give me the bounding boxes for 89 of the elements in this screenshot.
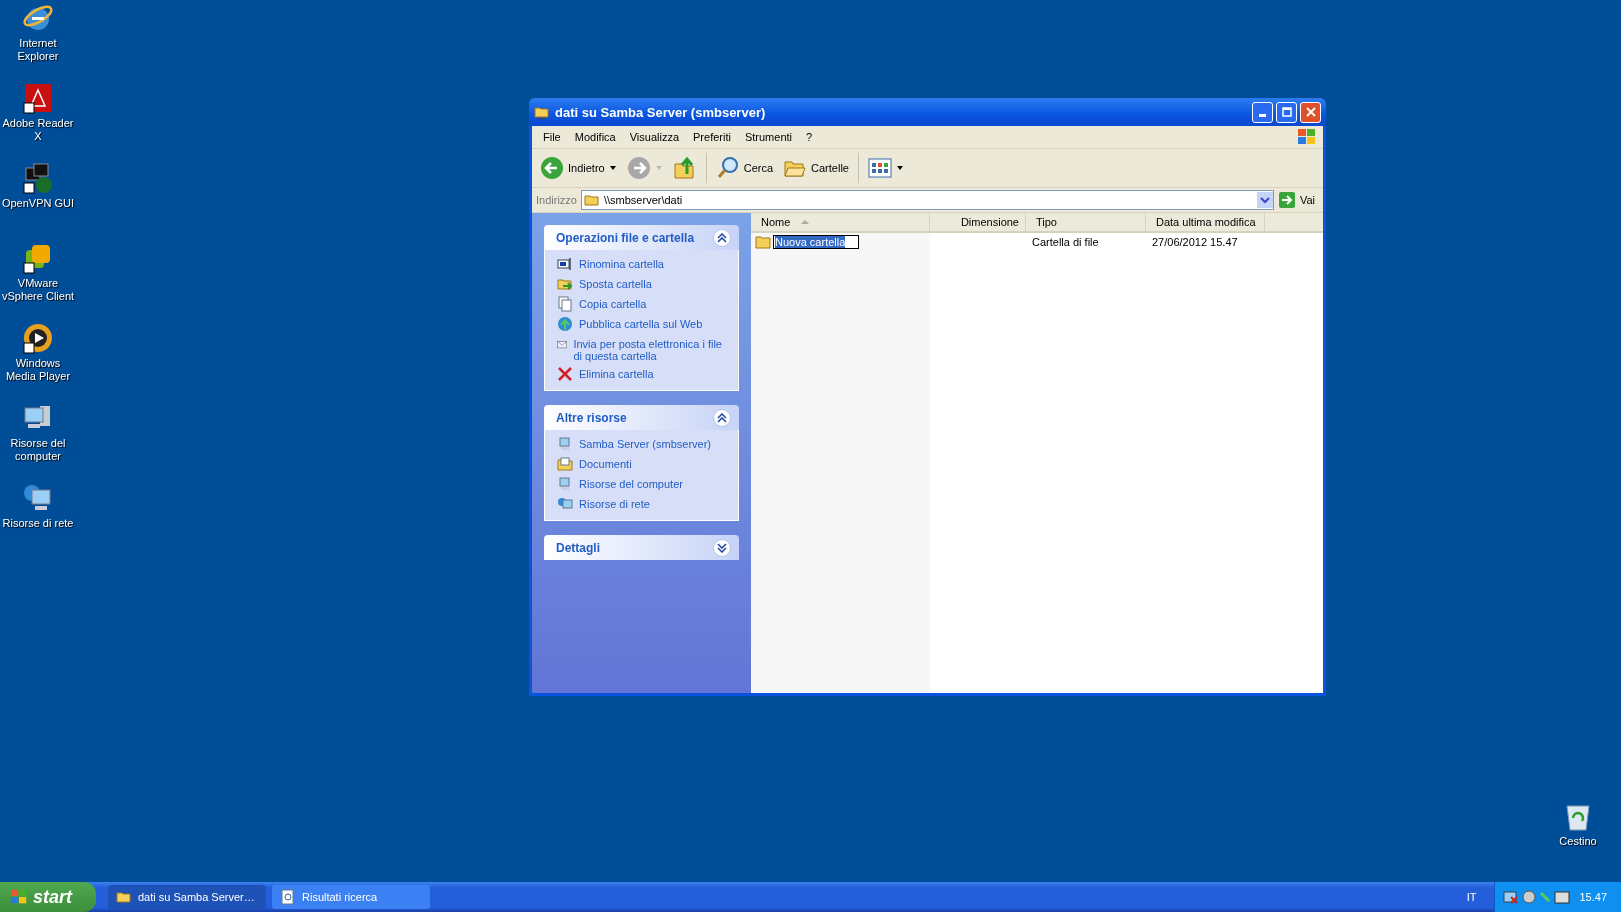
maximize-icon [1281,107,1292,117]
panel-title: Operazioni file e cartella [556,230,696,245]
chevron-icon[interactable] [713,538,731,557]
views-grid-icon [867,158,892,178]
desktop-icon-label[interactable]: VMware vSphere Client [0,277,76,303]
menu-item[interactable]: File [536,131,568,143]
monitors-globe-icon[interactable] [22,162,54,194]
panel-title: Dettagli [556,540,601,555]
document-search-icon [280,889,296,905]
menu-item[interactable]: Modifica [567,131,623,143]
task-link[interactable]: Sposta cartella [579,276,652,290]
documents-folder-icon [557,456,573,472]
address-field[interactable]: \\smbserver\dati [580,190,1274,210]
task-link[interactable]: Rinomina cartella [579,256,664,270]
task-link[interactable]: Risorse del computer [579,476,683,490]
column-label: Dimensione [960,216,1019,228]
folder-icon [116,889,132,905]
caret-icon [608,165,617,171]
pdf-document-icon[interactable] [22,82,54,114]
globe-arrow-icon [557,316,573,332]
computer-globe-icon [557,496,573,512]
file-type: Cartella di file [1032,236,1099,248]
rename-field[interactable]: Nuova cartella [773,235,859,249]
folder-arrow-icon [557,276,573,292]
search-icon [715,156,740,180]
folders-button[interactable]: Cartelle [779,153,853,183]
column-header[interactable]: Data ultima modifica [1146,213,1265,231]
caret-icon [895,165,904,171]
close-button[interactable] [1300,101,1321,123]
panel-header[interactable]: Dettagli [544,535,739,560]
menu-item[interactable]: ? [799,131,820,143]
menu-item[interactable]: Preferiti [686,131,738,143]
language-indicator[interactable]: IT [1454,891,1489,903]
desktop-icon-label[interactable]: Risorse del computer [0,437,76,463]
clock: 15.47 [1579,891,1607,903]
column-header[interactable]: Tipo [1026,213,1146,231]
task-link[interactable]: Risorse di rete [579,496,650,510]
menu-item[interactable]: Visualizza [622,131,687,143]
file-date: 27/06/2012 15.47 [1152,236,1238,248]
chevron-icon[interactable] [713,408,731,427]
go-button[interactable]: Vai [1277,191,1319,209]
windows-flag-icon [10,888,28,906]
minimize-icon [1259,113,1266,117]
play-icon[interactable] [22,322,54,354]
panel-header[interactable]: Operazioni file e cartella [544,225,739,250]
chevron-icon[interactable] [713,228,731,247]
window-title: dati su Samba Server (smbserver) [555,104,767,120]
panel-title: Altre risorse [556,410,628,425]
search-button[interactable]: Cerca [711,153,778,183]
task-link[interactable]: Documenti [579,456,632,470]
desktop-icon-label[interactable]: OpenVPN GUI [1,197,75,210]
folder-icon [583,192,600,208]
computer-icon [557,436,573,452]
caret-icon [654,165,663,171]
close-icon [1305,107,1316,117]
column-header[interactable]: Dimensione [930,213,1026,231]
minimize-button[interactable] [1252,101,1273,123]
desktop-icon-label[interactable]: Windows Media Player [0,357,76,383]
maximize-button[interactable] [1276,101,1297,123]
menu-item[interactable]: Strumenti [737,131,799,143]
copy-icon [557,296,573,312]
folder-network-icon [534,104,550,120]
desktop-icon-label[interactable]: Adobe Reader X [0,117,76,143]
task-link[interactable]: Samba Server (smbserver) [579,436,712,450]
task-link[interactable]: Invia per posta elettronica i file di questa cartella [573,336,726,362]
delete-x-icon [557,366,573,382]
column-label: Tipo [1036,216,1057,228]
column-label: Nome [761,216,791,228]
taskbar-button[interactable]: Risultati ricerca [272,885,430,909]
desktop-icon-label[interactable]: Risorse di rete [2,517,74,530]
back-button[interactable]: Indietro [536,153,621,183]
windows-flag-icon [1297,128,1317,146]
tray-icons[interactable] [1503,889,1572,905]
desktop-icon-label[interactable]: Internet Explorer [0,37,76,63]
start-label: start [33,886,72,908]
rename-icon [557,256,573,272]
address-label: Indirizzo [536,194,577,206]
panel-header[interactable]: Altre risorse [544,405,739,430]
column-label: Data ultima modifica [1156,216,1256,228]
column-header[interactable]: Nome [751,213,930,231]
taskbar-button[interactable]: dati su Samba Server… [108,885,266,909]
folder-up-icon [672,156,697,180]
desktop-icon-label[interactable]: Cestino [1559,835,1597,848]
task-link[interactable]: Pubblica cartella sul Web [579,316,703,330]
address-value: \\smbserver\dati [603,194,684,206]
task-link[interactable]: Elimina cartella [579,366,654,380]
folder-icon [755,235,771,249]
computer-icon [557,476,573,492]
task-link[interactable]: Copia cartella [579,296,647,310]
